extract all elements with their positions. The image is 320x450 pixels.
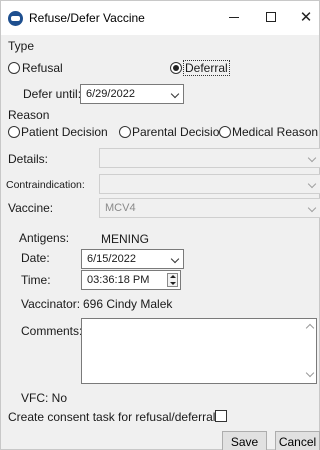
antigens-value: MENING bbox=[101, 232, 149, 246]
vaccine-select[interactable]: MCV4 bbox=[99, 198, 320, 218]
close-button[interactable]: ✕ bbox=[291, 6, 320, 28]
vaccine-value: MCV4 bbox=[105, 202, 136, 214]
maximize-icon bbox=[266, 12, 276, 22]
reason-parental-decision-label[interactable]: Parental Decision bbox=[132, 125, 226, 139]
time-input[interactable]: 03:36:18 PM bbox=[81, 270, 181, 290]
vaccinator-label: Vaccinator: bbox=[21, 297, 81, 311]
cancel-button[interactable]: Cancel bbox=[275, 431, 320, 450]
app-logo-icon bbox=[8, 11, 23, 26]
details-select[interactable] bbox=[99, 148, 320, 168]
vaccine-label: Vaccine: bbox=[8, 201, 54, 215]
title-bar: Refuse/Defer Vaccine ✕ bbox=[1, 1, 319, 35]
deferral-radio[interactable] bbox=[170, 62, 182, 74]
time-spinner-icon[interactable] bbox=[167, 273, 178, 287]
contraindication-label: Contraindication: bbox=[6, 179, 85, 191]
scroll-down-icon[interactable] bbox=[305, 368, 315, 378]
refuse-defer-dialog: Refuse/Defer Vaccine ✕ Type Refusal Defe… bbox=[0, 0, 320, 450]
date-picker[interactable]: 6/15/2022 bbox=[81, 249, 184, 269]
window-title: Refuse/Defer Vaccine bbox=[29, 11, 145, 25]
chevron-down-icon bbox=[170, 89, 180, 99]
time-value: 03:36:18 PM bbox=[87, 274, 150, 286]
antigens-label: Antigens: bbox=[19, 231, 70, 245]
reason-patient-decision-radio[interactable] bbox=[8, 126, 20, 138]
reason-medical-reason-radio[interactable] bbox=[219, 126, 231, 138]
reason-patient-decision-label[interactable]: Patient Decision bbox=[21, 125, 108, 139]
refusal-label[interactable]: Refusal bbox=[22, 61, 63, 75]
comments-textarea[interactable] bbox=[81, 318, 317, 384]
chevron-down-icon bbox=[307, 203, 317, 213]
consent-task-checkbox[interactable] bbox=[215, 410, 227, 422]
comments-label: Comments: bbox=[21, 324, 83, 338]
refusal-radio[interactable] bbox=[8, 62, 20, 74]
contraindication-select[interactable] bbox=[99, 174, 320, 194]
time-label: Time: bbox=[21, 273, 51, 287]
defer-until-label: Defer until: bbox=[23, 87, 82, 101]
chevron-down-icon bbox=[170, 254, 180, 264]
date-value: 6/15/2022 bbox=[87, 253, 136, 265]
vfc-status: VFC: No bbox=[21, 391, 68, 405]
chevron-down-icon bbox=[307, 153, 317, 163]
chevron-down-icon bbox=[307, 179, 317, 189]
defer-until-date-picker[interactable]: 6/29/2022 bbox=[80, 84, 184, 104]
minimize-icon bbox=[229, 16, 239, 18]
scroll-up-icon[interactable] bbox=[305, 323, 315, 333]
type-section-label: Type bbox=[8, 39, 35, 53]
close-icon: ✕ bbox=[299, 9, 313, 26]
maximize-button[interactable] bbox=[256, 6, 286, 28]
save-button[interactable]: Save bbox=[222, 431, 267, 450]
deferral-label[interactable]: Deferral bbox=[183, 60, 230, 76]
minimize-button[interactable] bbox=[219, 6, 249, 28]
date-label: Date: bbox=[21, 251, 50, 265]
reason-section-label: Reason bbox=[8, 108, 50, 122]
defer-until-value: 6/29/2022 bbox=[86, 88, 135, 100]
reason-medical-reason-label[interactable]: Medical Reason bbox=[232, 125, 318, 139]
details-label: Details: bbox=[8, 152, 49, 166]
consent-task-label[interactable]: Create consent task for refusal/deferral bbox=[8, 410, 215, 424]
reason-parental-decision-radio[interactable] bbox=[119, 126, 131, 138]
vaccinator-value: 696 Cindy Malek bbox=[83, 297, 173, 311]
